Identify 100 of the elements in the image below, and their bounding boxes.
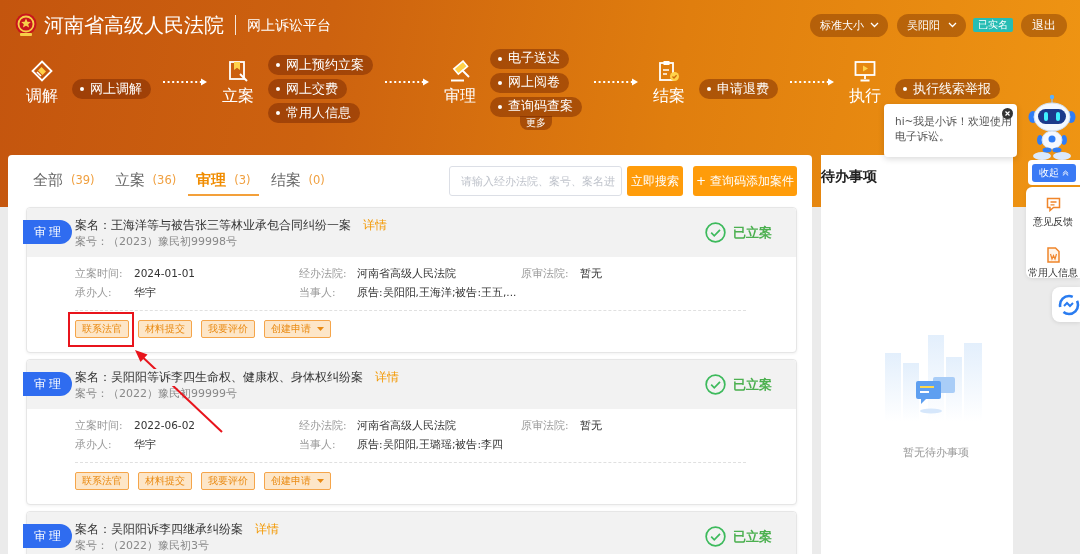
- user-dropdown[interactable]: 吴阳阳: [897, 13, 966, 37]
- case-number: 案号：（2022）豫民初3号: [75, 539, 210, 552]
- action-button[interactable]: 材料提交: [138, 320, 192, 338]
- field-label: 当事人:: [299, 285, 337, 299]
- collapse-button[interactable]: 收起: [1032, 163, 1076, 182]
- action-button[interactable]: 材料提交: [138, 472, 192, 490]
- field-value: 暂无: [580, 418, 603, 432]
- bullet-dot-icon: [707, 87, 711, 91]
- field-value: 2022-06-02: [134, 418, 197, 432]
- case-status: 已立案: [733, 223, 772, 242]
- bullet-dot-icon: [903, 87, 907, 91]
- action-button[interactable]: 创建申请: [264, 320, 331, 338]
- side-tool-button[interactable]: 意见反馈: [1033, 197, 1073, 228]
- case-status: 已立案: [733, 527, 772, 546]
- check-circle-icon: [705, 222, 726, 243]
- double-chevron-up-icon: [1062, 169, 1069, 176]
- field-label: 立案时间:: [75, 418, 124, 432]
- caret-down-icon: [317, 327, 324, 331]
- bullet-dot-icon: [498, 80, 502, 85]
- field-value: 河南省高级人民法院: [357, 266, 457, 280]
- field-label: 原审法院:: [521, 418, 570, 432]
- service-link[interactable]: 网上交费: [268, 79, 347, 99]
- side-tool-button[interactable]: 常用人信息: [1028, 247, 1078, 279]
- chevron-down-icon: [870, 22, 879, 28]
- field-label: 承办人:: [75, 437, 113, 451]
- add-case-button[interactable]: + 查询码添加案件: [693, 166, 797, 196]
- service-link[interactable]: 电子送达: [490, 48, 569, 69]
- bullet-dot-icon: [276, 63, 280, 67]
- service-link[interactable]: 常用人信息: [268, 103, 360, 123]
- action-button[interactable]: 我要评价: [201, 320, 255, 338]
- logout-button[interactable]: 退出: [1021, 13, 1067, 37]
- field-value: 2024-01-01: [134, 266, 197, 280]
- emblem-icon: [15, 13, 37, 37]
- check-circle-icon: [705, 526, 726, 547]
- action-button[interactable]: 我要评价: [201, 472, 255, 490]
- action-button[interactable]: 联系法官: [75, 472, 129, 490]
- caret-down-icon: [317, 479, 324, 483]
- case-number: 案号：（2023）豫民初99998号: [75, 235, 238, 248]
- field-label: 经办法院:: [299, 266, 348, 280]
- service-link[interactable]: 查询码查案: [490, 96, 582, 117]
- site-title: 河南省高级人民法院: [44, 13, 224, 37]
- field-label: 原审法院:: [521, 266, 570, 280]
- case-status: 已立案: [733, 375, 772, 394]
- dotted-arrow-icon: [790, 78, 834, 86]
- chat-bubble-icon: [1045, 197, 1061, 212]
- bullet-dot-icon: [80, 87, 84, 91]
- case-name: 案名：吴阳阳诉李四继承纠纷案: [75, 521, 243, 538]
- stage-link[interactable]: 结案: [653, 59, 685, 105]
- dotted-arrow-icon: [385, 78, 429, 86]
- filter-tab[interactable]: 结案 (0): [262, 166, 333, 196]
- search-button[interactable]: 立即搜索: [627, 166, 683, 196]
- service-link[interactable]: 执行线索举报: [895, 79, 1000, 99]
- action-button[interactable]: 创建申请: [264, 472, 331, 490]
- case-name: 案名：王海洋等与被告张三等林业承包合同纠纷一案: [75, 217, 351, 234]
- field-value: 原告:吴阳阳,王海洋;被告:王五,...: [357, 285, 518, 299]
- bullet-dot-icon: [498, 104, 502, 109]
- filter-tab[interactable]: 审理 (3): [188, 166, 259, 196]
- bullet-dot-icon: [276, 111, 280, 115]
- diamond-icon: [31, 59, 53, 82]
- filter-tab[interactable]: 全部 (39): [25, 166, 103, 196]
- field-value: 华宇: [134, 285, 157, 299]
- service-button[interactable]: [1052, 287, 1080, 322]
- field-label: 经办法院:: [299, 418, 348, 432]
- stage-badge: 审 理: [23, 524, 72, 548]
- document-pen-icon: [227, 59, 249, 82]
- chevron-down-icon: [948, 22, 957, 28]
- more-link[interactable]: 更多: [520, 115, 552, 130]
- verified-badge: 已实名: [973, 18, 1013, 32]
- service-link[interactable]: 网上阅卷: [490, 72, 569, 93]
- action-button[interactable]: 联系法官: [75, 320, 129, 338]
- platform-name: 网上诉讼平台: [247, 16, 331, 34]
- empty-message: 暂无待办事项: [903, 445, 969, 460]
- document-icon: [1046, 247, 1060, 263]
- field-value: 华宇: [134, 437, 157, 451]
- ring-wave-icon: [1058, 293, 1080, 316]
- field-value: 原告:吴阳阳,王璐瑶;被告:李四: [357, 437, 504, 451]
- monitor-play-icon: [854, 59, 876, 82]
- bullet-dot-icon: [498, 56, 502, 61]
- text-size-dropdown[interactable]: 标准大小: [810, 13, 888, 37]
- filter-tab[interactable]: 立案 (36): [106, 166, 185, 196]
- dotted-arrow-icon: [163, 78, 207, 86]
- bullet-dot-icon: [276, 87, 280, 91]
- gavel-icon: [449, 59, 471, 82]
- stage-link[interactable]: 执行: [849, 59, 881, 105]
- stage-link[interactable]: 审理: [444, 59, 476, 105]
- stage-link[interactable]: 调解: [26, 59, 58, 105]
- field-label: 当事人:: [299, 437, 337, 451]
- dotted-arrow-icon: [594, 78, 638, 86]
- clipboard-check-icon: [658, 59, 680, 82]
- field-value: 暂无: [580, 266, 603, 280]
- field-label: 立案时间:: [75, 266, 124, 280]
- service-link[interactable]: 申请退费: [699, 79, 778, 99]
- stage-badge: 审 理: [23, 372, 72, 396]
- check-circle-icon: [705, 374, 726, 395]
- service-link[interactable]: 网上调解: [72, 79, 151, 99]
- stage-link[interactable]: 立案: [222, 59, 254, 105]
- todo-title: 待办事项: [821, 167, 877, 185]
- service-link[interactable]: 网上预约立案: [268, 55, 373, 75]
- case-name: 案名：吴阳阳等诉李四生命权、健康权、身体权纠纷案: [75, 369, 363, 386]
- field-value: 河南省高级人民法院: [357, 418, 457, 432]
